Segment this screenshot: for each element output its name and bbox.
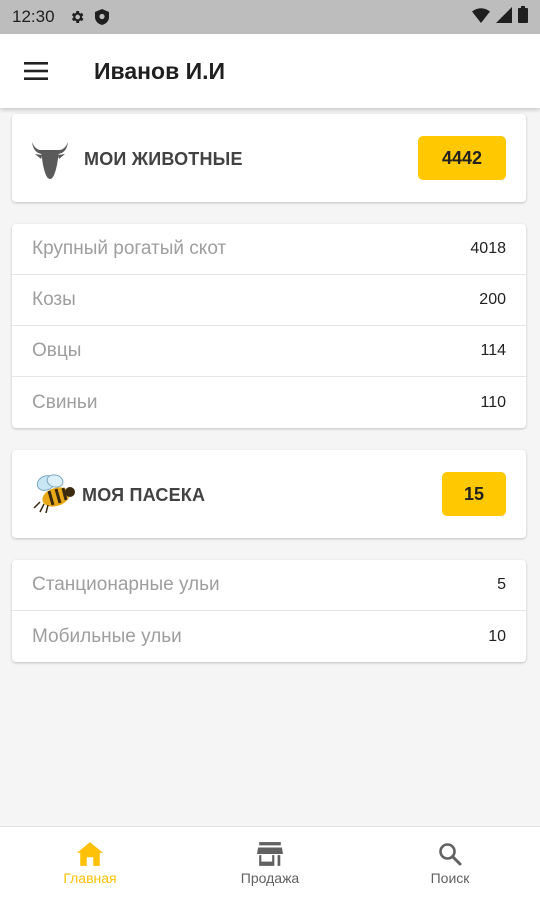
list-item-label: Свиньи (32, 391, 98, 413)
list-item-pigs[interactable]: Свиньи 110 (12, 377, 526, 428)
list-item-value: 4018 (470, 240, 506, 257)
nav-item-search[interactable]: Поиск (360, 827, 540, 900)
list-item-label: Крупный рогатый скот (32, 238, 227, 259)
apiary-list-card: Станционарные ульи 5 Мобильные ульи 10 (12, 560, 526, 662)
app-bar: Иванов И.И (0, 34, 540, 108)
apiary-section-title: МОЯ ПАСЕКА (82, 485, 206, 505)
nav-label: Поиск (430, 869, 470, 886)
hamburger-menu-icon (24, 62, 48, 80)
list-item-label: Станционарные ульи (32, 574, 220, 595)
list-item-value: 5 (497, 576, 506, 593)
animals-total-badge: 4442 (418, 136, 506, 180)
bottom-navigation: Главная Продажа Поиск (0, 826, 540, 900)
list-item-label: Мобильные ульи (32, 625, 182, 647)
animals-summary-card[interactable]: МОИ ЖИВОТНЫЕ 4442 (12, 114, 526, 202)
list-item-mobile-hives[interactable]: Мобильные ульи 10 (12, 611, 526, 662)
page-title: Иванов И.И (94, 57, 226, 84)
list-item-value: 200 (479, 291, 506, 308)
animals-list-card: Крупный рогатый скот 4018 Козы 200 Овцы … (12, 224, 526, 428)
home-icon (77, 841, 103, 866)
list-item-value: 10 (488, 627, 506, 645)
list-item-value: 110 (480, 393, 506, 411)
nav-label: Главная (63, 869, 117, 886)
settings-gear-icon (69, 9, 85, 25)
nav-label: Продажа (240, 869, 300, 886)
search-icon (439, 842, 462, 865)
wifi-icon (472, 7, 490, 28)
list-item-value: 114 (480, 342, 506, 359)
bull-icon (30, 138, 70, 185)
list-item-stationary-hives[interactable]: Станционарные ульи 5 (12, 560, 526, 611)
apiary-total-badge: 15 (442, 472, 506, 516)
list-item-label: Козы (32, 289, 76, 310)
list-item-goats[interactable]: Козы 200 (12, 275, 526, 326)
store-icon (257, 841, 283, 866)
signal-icon (496, 6, 512, 28)
status-bar: 12:30 (0, 0, 540, 34)
nav-item-home[interactable]: Главная (0, 827, 180, 900)
status-time: 12:30 (12, 7, 55, 26)
list-item-cattle[interactable]: Крупный рогатый скот 4018 (12, 224, 526, 275)
apiary-summary-card[interactable]: МОЯ ПАСЕКА 15 (12, 450, 526, 538)
menu-button[interactable] (0, 34, 72, 108)
shield-icon (94, 9, 109, 25)
bee-icon (30, 472, 78, 521)
animals-section-title: МОИ ЖИВОТНЫЕ (84, 149, 243, 169)
list-item-sheep[interactable]: Овцы 114 (12, 326, 526, 377)
list-item-label: Овцы (32, 340, 82, 361)
nav-item-sales[interactable]: Продажа (180, 827, 360, 900)
battery-icon (518, 6, 528, 28)
